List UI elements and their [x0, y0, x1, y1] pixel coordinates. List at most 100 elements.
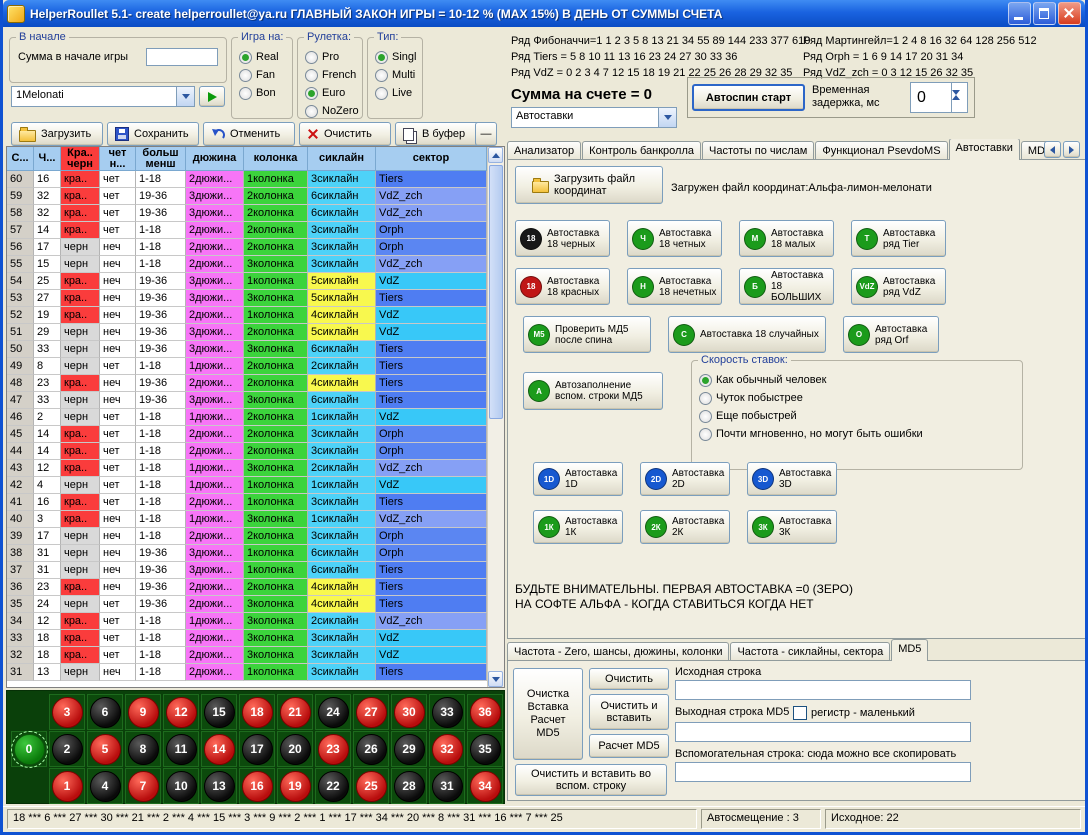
radio-Pro[interactable]: Pro	[305, 48, 360, 66]
copy-to-buffer-button[interactable]: В буфер	[395, 122, 487, 146]
autobet-button[interactable]: МАвтоставка 18 малых	[739, 220, 834, 257]
delay-stepper[interactable]: 0	[910, 82, 968, 113]
board-cell-19[interactable]: 19	[277, 768, 313, 804]
md5-clear-button[interactable]: Очистить	[589, 668, 669, 690]
md5-clear-paste-button[interactable]: Очистить и вставить	[589, 694, 669, 730]
profile-select[interactable]: 1Melonati	[11, 86, 195, 107]
tab-Функционал PsevdoMS[interactable]: Функционал PsevdoMS	[815, 141, 947, 160]
board-cell-3[interactable]: 3	[49, 694, 85, 730]
table-row[interactable]: 4823кра..неч19-362дюжи...2колонка4сиклай…	[7, 375, 504, 392]
radio-Real[interactable]: Real	[239, 48, 290, 66]
tab-scroll-right-icon[interactable]	[1063, 141, 1080, 158]
autobet-button[interactable]: САвтоставка 18 случайных	[668, 316, 826, 353]
tab-MD5[interactable]: MD5	[891, 639, 928, 661]
board-cell-25[interactable]: 25	[353, 768, 389, 804]
tab-Автоставки[interactable]: Автоставки	[949, 139, 1020, 160]
table-row[interactable]: 3412кра..чет1-181дюжи...3колонка2сиклайн…	[7, 613, 504, 630]
autospin-start-button[interactable]: Автоспин старт	[692, 84, 805, 111]
clear-insert-helper-button[interactable]: Очистить и вставить во вспом. строку	[515, 764, 667, 796]
radio-Как обычный человек[interactable]: Как обычный человек	[699, 371, 1020, 389]
autobet-button[interactable]: 1DАвтоставка 1D	[533, 462, 623, 496]
md5-calc-button[interactable]: Расчет MD5	[589, 734, 669, 758]
column-header[interactable]: колонка	[244, 147, 308, 171]
column-header[interactable]: С...	[7, 147, 34, 171]
autobet-button[interactable]: ОАвтоставка ряд Orf	[843, 316, 939, 353]
board-cell-22[interactable]: 22	[315, 768, 351, 804]
board-cell-14[interactable]: 14	[201, 731, 237, 767]
board-cell-0[interactable]: 0	[11, 731, 47, 767]
board-cell-8[interactable]: 8	[125, 731, 161, 767]
board-cell-13[interactable]: 13	[201, 768, 237, 804]
table-row[interactable]: 5714кра..чет1-182дюжи...2колонка3сиклайн…	[7, 222, 504, 239]
table-row[interactable]: 3218кра..чет1-182дюжи...3колонка3сиклайн…	[7, 647, 504, 664]
radio-Live[interactable]: Live	[375, 84, 420, 102]
autobet-button[interactable]: 18Автоставка 18 красных	[515, 268, 610, 305]
table-row[interactable]: 4116кра..чет1-182дюжи...1колонка3сиклайн…	[7, 494, 504, 511]
column-header[interactable]: дюжина	[186, 147, 244, 171]
table-row[interactable]: 498чернчет1-181дюжи...2колонка2сиклайнTi…	[7, 358, 504, 375]
column-header[interactable]: Ч...	[34, 147, 61, 171]
tab-Частота - Zero, шансы, дюжины, колонки[interactable]: Частота - Zero, шансы, дюжины, колонки	[507, 642, 729, 661]
column-header[interactable]: большменш	[136, 147, 186, 171]
load-button[interactable]: Загрузить	[11, 122, 103, 146]
tab-Контроль банкролла[interactable]: Контроль банкролла	[582, 141, 701, 160]
board-cell-36[interactable]: 36	[467, 694, 503, 730]
column-header[interactable]: сиклайн	[308, 147, 376, 171]
table-row[interactable]: 4414кра..чет1-182дюжи...2колонка3сиклайн…	[7, 443, 504, 460]
maximize-button[interactable]	[1033, 2, 1056, 25]
table-row[interactable]: 424чернчет1-181дюжи...1колонка1сиклайнVd…	[7, 477, 504, 494]
board-cell-6[interactable]: 6	[87, 694, 123, 730]
board-cell-27[interactable]: 27	[353, 694, 389, 730]
board-cell-16[interactable]: 16	[239, 768, 275, 804]
step-down-icon[interactable]	[952, 95, 967, 107]
radio-Fan[interactable]: Fan	[239, 66, 290, 84]
board-cell-35[interactable]: 35	[467, 731, 503, 767]
board-cell-5[interactable]: 5	[87, 731, 123, 767]
board-cell-32[interactable]: 32	[429, 731, 465, 767]
table-row[interactable]: 403кра..неч1-181дюжи...3колонка1сиклайнV…	[7, 511, 504, 528]
board-cell-9[interactable]: 9	[125, 694, 161, 730]
md5-autofill-button[interactable]: А Автозаполнение вспом. строки МД5	[523, 372, 663, 410]
minimize-button[interactable]	[1008, 2, 1031, 25]
source-string-input[interactable]	[675, 680, 971, 700]
board-cell-28[interactable]: 28	[391, 768, 427, 804]
board-cell-15[interactable]: 15	[201, 694, 237, 730]
autobet-button[interactable]: 2КАвтоставка 2К	[640, 510, 730, 544]
tab-Анализатор[interactable]: Анализатор	[507, 141, 581, 160]
board-cell-17[interactable]: 17	[239, 731, 275, 767]
board-cell-20[interactable]: 20	[277, 731, 313, 767]
close-button[interactable]	[1058, 2, 1081, 25]
radio-Euro[interactable]: Euro	[305, 84, 360, 102]
board-cell-23[interactable]: 23	[315, 731, 351, 767]
board-cell-26[interactable]: 26	[353, 731, 389, 767]
table-row[interactable]: 3623кра..неч19-362дюжи...2колонка4сиклай…	[7, 579, 504, 596]
md5-stack-button[interactable]: Очистка Вставка Расчет MD5	[513, 668, 583, 760]
chevron-down-icon[interactable]	[176, 87, 194, 106]
table-row[interactable]: 4733черннеч19-363дюжи...3колонка6сиклайн…	[7, 392, 504, 409]
board-cell-24[interactable]: 24	[315, 694, 351, 730]
save-button[interactable]: Сохранить	[107, 122, 199, 146]
column-header[interactable]: сектор	[376, 147, 487, 171]
column-header[interactable]: Кра..черн	[61, 147, 100, 171]
undo-button[interactable]: Отменить	[203, 122, 295, 146]
autobet-button[interactable]: VdZАвтоставка ряд VdZ	[851, 268, 946, 305]
tab-scroll-left-icon[interactable]	[1044, 141, 1061, 158]
board-cell-31[interactable]: 31	[429, 768, 465, 804]
autobet-button[interactable]: ТАвтоставка ряд Tier	[851, 220, 946, 257]
table-row[interactable]: 5129черннеч19-363дюжи...2колонка5сиклайн…	[7, 324, 504, 341]
autobet-button[interactable]: 2DАвтоставка 2D	[640, 462, 730, 496]
table-row[interactable]: 5832кра..чет19-363дюжи...2колонка6сиклай…	[7, 205, 504, 222]
autobet-button[interactable]: 1КАвтоставка 1К	[533, 510, 623, 544]
radio-Чуток побыстрее[interactable]: Чуток побыстрее	[699, 389, 1020, 407]
board-cell-1[interactable]: 1	[49, 768, 85, 804]
table-row[interactable]: 3318кра..чет1-182дюжи...3колонка3сиклайн…	[7, 630, 504, 647]
table-row[interactable]: 3831черннеч19-363дюжи...1колонка6сиклайн…	[7, 545, 504, 562]
radio-NoZero[interactable]: NoZero	[305, 102, 360, 120]
autobet-button[interactable]: 3DАвтоставка 3D	[747, 462, 837, 496]
column-header[interactable]: четн...	[100, 147, 136, 171]
table-row[interactable]: 5515черннеч1-182дюжи...3колонка3сиклайнV…	[7, 256, 504, 273]
radio-Еще побыстрей[interactable]: Еще побыстрей	[699, 407, 1020, 425]
board-cell-10[interactable]: 10	[163, 768, 199, 804]
board-cell-7[interactable]: 7	[125, 768, 161, 804]
board-cell-29[interactable]: 29	[391, 731, 427, 767]
